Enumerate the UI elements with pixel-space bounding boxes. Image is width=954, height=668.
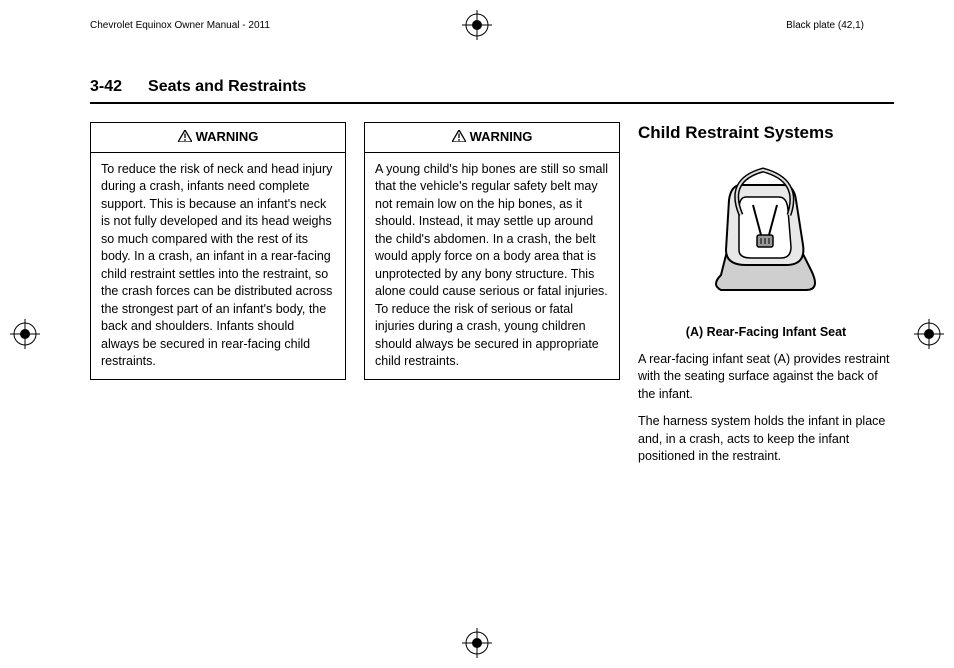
crop-mark-bottom (462, 628, 492, 658)
column-1: WARNING To reduce the risk of neck and h… (90, 122, 346, 476)
warning-label: WARNING (196, 129, 259, 144)
warning-box-2: WARNING A young child's hip bones are st… (364, 122, 620, 380)
crop-mark-top (462, 10, 492, 40)
warning-body-2: A young child's hip bones are still so s… (365, 153, 619, 379)
paragraph-1: A rear-facing infant seat (A) provides r… (638, 351, 894, 404)
infant-seat-illustration (638, 155, 894, 310)
figure-caption: (A) Rear-Facing Infant Seat (638, 324, 894, 341)
crop-mark-right (914, 319, 944, 349)
plate-info: Black plate (42,1) (786, 20, 864, 31)
manual-title: Chevrolet Equinox Owner Manual - 2011 (90, 20, 270, 31)
column-2: WARNING A young child's hip bones are st… (364, 122, 620, 476)
subsection-heading: Child Restraint Systems (638, 122, 894, 145)
warning-heading: WARNING (91, 123, 345, 153)
warning-triangle-icon (178, 129, 192, 147)
warning-box-1: WARNING To reduce the risk of neck and h… (90, 122, 346, 380)
warning-label: WARNING (470, 129, 533, 144)
crop-mark-left (10, 319, 40, 349)
paragraph-2: The harness system holds the infant in p… (638, 413, 894, 466)
section-header: 3-42 Seats and Restraints (90, 78, 894, 104)
warning-heading: WARNING (365, 123, 619, 153)
section-title: Seats and Restraints (148, 78, 306, 96)
page-number: 3-42 (90, 78, 122, 96)
warning-triangle-icon (452, 129, 466, 147)
warning-body-1: To reduce the risk of neck and head inju… (91, 153, 345, 379)
column-3: Child Restraint Systems (638, 122, 894, 476)
